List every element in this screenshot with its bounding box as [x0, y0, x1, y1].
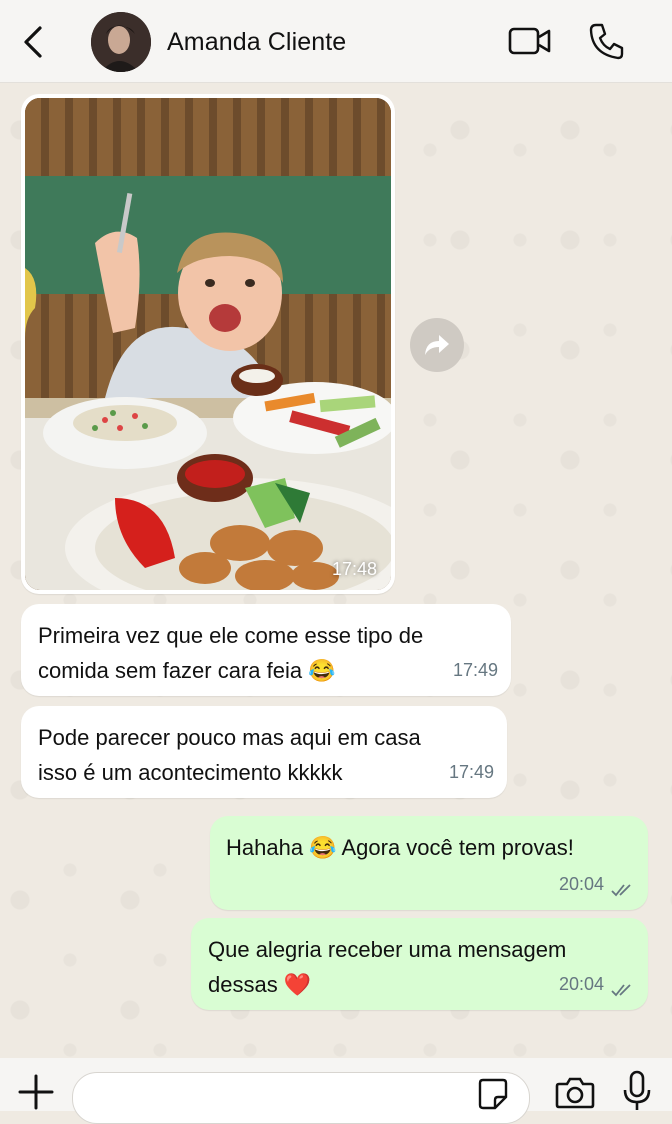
message-text: Primeira vez que ele come esse tipo de c… — [38, 623, 424, 683]
composer-bar — [0, 1058, 672, 1124]
avatar[interactable] — [91, 12, 151, 72]
phone-icon[interactable] — [588, 22, 624, 60]
message-text: Pode parecer pouco mas aqui em casa isso… — [38, 725, 421, 785]
video-call-icon[interactable] — [508, 24, 552, 58]
message-text: Que alegria receber uma mensagem dessas … — [208, 937, 567, 997]
message-time: 17:49 — [448, 762, 494, 782]
read-receipt-icon — [611, 984, 631, 997]
sticker-icon[interactable] — [477, 1077, 509, 1111]
message-time: 20:04 — [558, 874, 604, 894]
incoming-message[interactable]: Primeira vez que ele come esse tipo de c… — [21, 604, 511, 696]
message-photo[interactable]: 17:48 — [25, 98, 391, 590]
message-input-container[interactable] — [72, 1072, 530, 1124]
message-input[interactable] — [93, 1077, 477, 1119]
message-time: 20:04 — [558, 974, 604, 994]
outgoing-message[interactable]: Hahaha 😂 Agora você tem provas! 20:04 — [210, 816, 648, 910]
message-text: Hahaha 😂 Agora você tem provas! — [226, 835, 574, 860]
forward-button[interactable] — [410, 318, 464, 372]
message-time: 17:48 — [331, 559, 377, 579]
message-time: 17:49 — [452, 660, 498, 680]
read-receipt-icon — [611, 884, 631, 897]
contact-name[interactable]: Amanda Cliente — [167, 28, 346, 57]
chevron-left-icon[interactable] — [18, 22, 52, 62]
camera-icon[interactable] — [555, 1074, 595, 1110]
plus-icon[interactable] — [18, 1074, 54, 1110]
chat-header: Amanda Cliente — [0, 0, 672, 83]
outgoing-message[interactable]: Que alegria receber uma mensagem dessas … — [191, 918, 648, 1010]
incoming-message[interactable]: Pode parecer pouco mas aqui em casa isso… — [21, 706, 507, 798]
microphone-icon[interactable] — [622, 1070, 652, 1112]
forward-icon — [425, 335, 449, 355]
image-message[interactable]: 17:48 — [21, 94, 395, 594]
